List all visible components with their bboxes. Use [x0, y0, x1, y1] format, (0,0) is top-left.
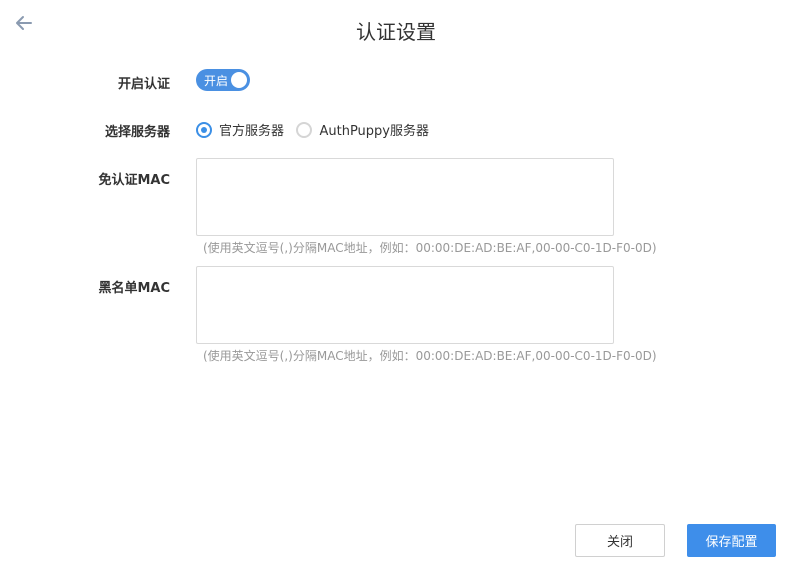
toggle-state-text: 开启 — [204, 74, 229, 88]
toggle-knob — [231, 72, 247, 88]
blacklist-mac-textarea[interactable] — [196, 266, 614, 344]
save-config-button[interactable]: 保存配置 — [687, 524, 776, 557]
blacklist-mac-label: 黑名单MAC — [98, 281, 170, 296]
page-title: 认证设置 — [356, 20, 436, 44]
whitelist-mac-hint: (使用英文逗号(,)分隔MAC地址，例如：00:00:DE:AD:BE:AF,0… — [203, 241, 657, 255]
radio-label: 官方服务器 — [219, 124, 285, 139]
server-select-label: 选择服务器 — [104, 125, 170, 140]
auth-toggle[interactable]: 开启 — [196, 69, 250, 91]
radio-authpuppy-server[interactable]: AuthPuppy服务器 — [296, 120, 429, 139]
server-radio-group: 官方服务器 AuthPuppy服务器 — [196, 120, 437, 139]
radio-checked-icon — [196, 121, 212, 138]
blacklist-mac-hint: (使用英文逗号(,)分隔MAC地址，例如：00:00:DE:AD:BE:AF,0… — [203, 349, 657, 363]
auth-toggle-label: 开启认证 — [117, 77, 170, 92]
whitelist-mac-textarea[interactable] — [196, 158, 614, 236]
auth-settings-page: 认证设置 开启认证 开启 选择服务器 官方服务器 AuthPuppy服务器 免认… — [0, 0, 792, 572]
radio-official-server[interactable]: 官方服务器 — [196, 120, 284, 139]
close-button[interactable]: 关闭 — [575, 524, 665, 557]
radio-label: AuthPuppy服务器 — [319, 124, 429, 139]
radio-unchecked-icon — [296, 121, 313, 138]
whitelist-mac-label: 免认证MAC — [98, 173, 170, 188]
